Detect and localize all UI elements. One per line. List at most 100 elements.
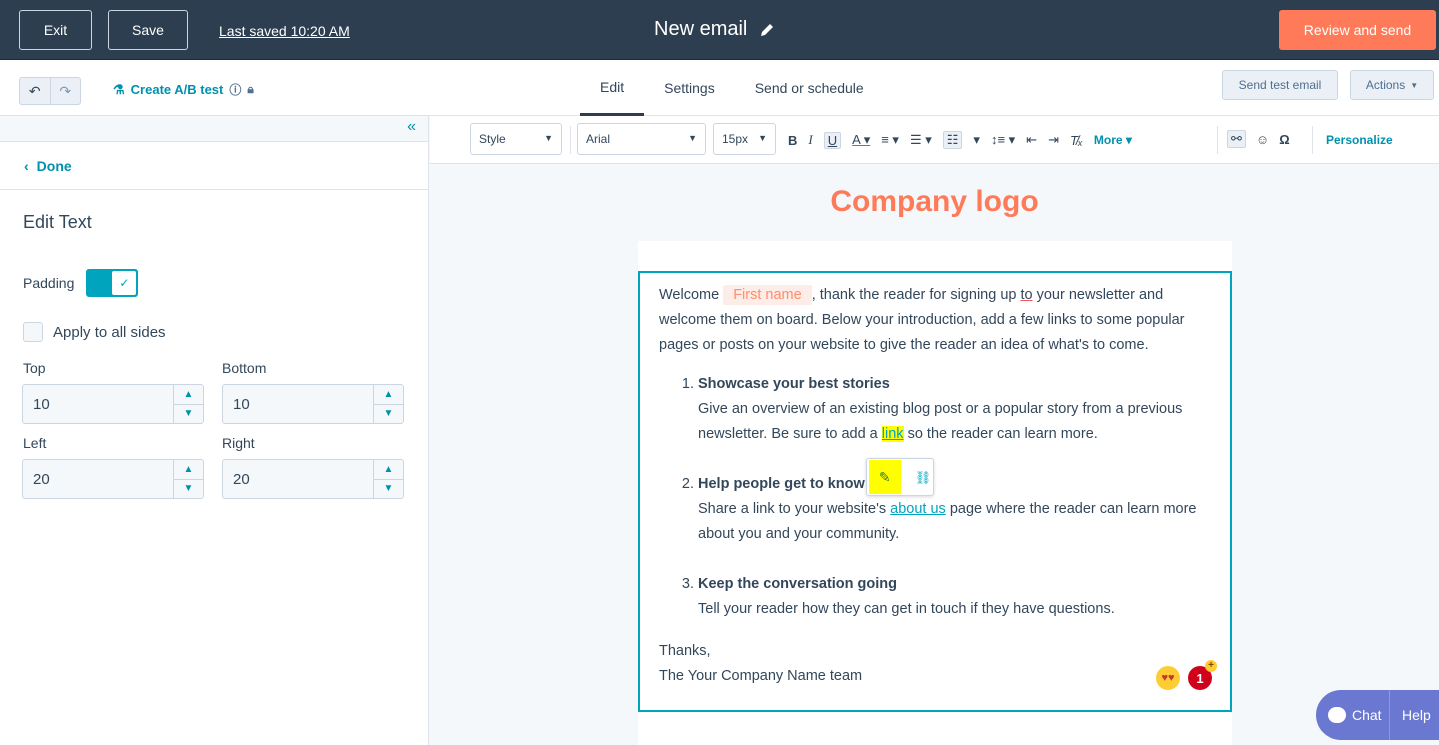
- intro-welcome: Welcome: [659, 287, 720, 303]
- unlink-icon[interactable]: ⛓: [915, 465, 932, 490]
- insert-buttons: ⚯ ☺ Ω: [1227, 130, 1290, 148]
- link-icon[interactable]: ⚯: [1227, 130, 1246, 148]
- thanks-text: Thanks,: [659, 643, 711, 659]
- collapse-panel-icon[interactable]: «: [407, 118, 416, 136]
- pencil-icon[interactable]: [759, 22, 775, 38]
- top-padding-stepper: ▲ ▼: [173, 385, 203, 423]
- right-padding-value[interactable]: 20: [223, 460, 373, 498]
- edit-link-icon[interactable]: ✎: [868, 460, 901, 494]
- email-title-group[interactable]: New email: [654, 18, 775, 41]
- undo-icon[interactable]: ↶: [20, 78, 51, 104]
- undo-redo-group: ↶ ↷: [19, 77, 81, 105]
- right-padding-input[interactable]: 20 ▲ ▼: [222, 459, 404, 499]
- chevron-up-icon[interactable]: ▲: [374, 385, 403, 405]
- text-color-icon[interactable]: A ▾: [852, 132, 870, 148]
- line-height-icon[interactable]: ↕≡ ▾: [991, 132, 1015, 148]
- intro-paragraph[interactable]: Welcome First name, thank the reader for…: [659, 283, 1210, 358]
- bottom-padding-value[interactable]: 10: [223, 385, 373, 423]
- last-saved-link[interactable]: Last saved 10:20 AM: [219, 23, 350, 39]
- chevron-down-icon[interactable]: ▼: [174, 480, 203, 499]
- list-item-title: Help people get to know: [698, 476, 865, 492]
- chevron-down-icon[interactable]: ▼: [174, 405, 203, 424]
- padding-toggle[interactable]: ✓: [86, 269, 139, 297]
- tab-send-or-schedule[interactable]: Send or schedule: [735, 60, 884, 116]
- chevron-down-icon[interactable]: ▼: [374, 480, 403, 499]
- panel-title: Edit Text: [23, 212, 92, 232]
- list-caret-icon[interactable]: ▾: [973, 132, 980, 148]
- chat-widget[interactable]: Chat Help: [1316, 690, 1439, 740]
- redo-icon[interactable]: ↷: [51, 78, 81, 104]
- special-character-icon[interactable]: Ω: [1279, 132, 1289, 147]
- padding-row: Padding ✓: [23, 269, 139, 297]
- company-logo[interactable]: Company logo: [430, 185, 1439, 219]
- left-padding-value[interactable]: 20: [23, 460, 173, 498]
- link-popover: ✎ ⛓: [866, 458, 934, 496]
- tab-settings[interactable]: Settings: [644, 60, 735, 116]
- italic-icon[interactable]: I: [808, 132, 812, 148]
- bottom-label: Bottom: [222, 360, 267, 376]
- send-test-email-button[interactable]: Send test email: [1222, 70, 1338, 100]
- chevron-up-icon[interactable]: ▲: [174, 460, 203, 480]
- font-size-select[interactable]: 15px ▼: [713, 123, 776, 155]
- rich-text-module[interactable]: Welcome First name, thank the reader for…: [638, 271, 1232, 712]
- list-item-title: Showcase your best stories: [698, 376, 890, 392]
- chevron-up-icon[interactable]: ▲: [174, 385, 203, 405]
- create-ab-test-link[interactable]: ⚗ Create A/B test ⓘ 🔒︎: [113, 81, 254, 98]
- left-label: Left: [23, 435, 47, 451]
- chevron-up-icon[interactable]: ▲: [374, 460, 403, 480]
- toolbar-divider: [1312, 126, 1313, 154]
- personalize-button[interactable]: Personalize: [1326, 133, 1393, 147]
- chat-button[interactable]: Chat: [1316, 690, 1390, 740]
- style-select[interactable]: Style ▼: [470, 123, 562, 155]
- clear-format-icon[interactable]: T̸ₓ: [1070, 133, 1083, 148]
- help-button[interactable]: Help: [1390, 707, 1431, 723]
- ab-test-label[interactable]: Create A/B test: [131, 82, 224, 97]
- exit-button[interactable]: Exit: [19, 10, 92, 50]
- link-text[interactable]: link: [881, 426, 904, 442]
- apply-all-sides-label[interactable]: Apply to all sides: [53, 324, 166, 341]
- list-item-text-after: so the reader can learn more.: [903, 426, 1098, 442]
- more-button[interactable]: More ▾: [1094, 133, 1132, 147]
- email-title[interactable]: New email: [654, 18, 747, 41]
- list-item[interactable]: Help people get to know Share a link to …: [698, 472, 1210, 547]
- check-icon: ✓: [111, 270, 138, 296]
- intro-to: to: [1020, 287, 1033, 303]
- tab-edit[interactable]: Edit: [580, 60, 645, 116]
- align-icon[interactable]: ≡ ▾: [881, 132, 899, 148]
- signature-text: The Your Company Name team: [659, 668, 863, 684]
- list-item[interactable]: Showcase your best stories Give an overv…: [698, 372, 1210, 447]
- bottom-padding-input[interactable]: 10 ▲ ▼: [222, 384, 404, 424]
- notification-count: 1: [1196, 670, 1204, 686]
- top-padding-input[interactable]: 10 ▲ ▼: [22, 384, 204, 424]
- review-and-send-button[interactable]: Review and send: [1279, 10, 1436, 50]
- done-button[interactable]: ‹ Done: [0, 142, 428, 190]
- bold-icon[interactable]: B: [788, 133, 797, 148]
- top-bar: Exit Save Last saved 10:20 AM New email …: [0, 0, 1439, 60]
- save-button[interactable]: Save: [108, 10, 188, 50]
- top-padding-value[interactable]: 10: [23, 385, 173, 423]
- list-item[interactable]: Keep the conversation going Tell your re…: [698, 572, 1210, 622]
- indent-icon[interactable]: ⇥: [1048, 132, 1059, 148]
- numbered-list-icon[interactable]: ☷: [942, 131, 963, 149]
- signature-block[interactable]: Thanks, The Your Company Name team: [659, 639, 1210, 689]
- first-name-token[interactable]: First name: [723, 285, 812, 305]
- list-item-text: Give an overview of an existing blog pos…: [698, 397, 1210, 447]
- apply-all-sides-checkbox[interactable]: [23, 322, 43, 342]
- font-select[interactable]: Arial ▼: [577, 123, 706, 155]
- actions-button[interactable]: Actions ▼: [1350, 70, 1434, 100]
- notification-badge[interactable]: 1 +: [1188, 660, 1217, 690]
- underline-icon[interactable]: U: [823, 131, 842, 149]
- heart-eyes-emoji-icon[interactable]: ♥♥: [1156, 666, 1180, 690]
- flask-icon: ⚗: [113, 81, 125, 97]
- bullet-list-icon[interactable]: ☰ ▾: [910, 132, 932, 148]
- info-icon[interactable]: ⓘ: [229, 81, 241, 98]
- emoji-icon[interactable]: ☺: [1256, 132, 1269, 147]
- email-body: Welcome First name, thank the reader for…: [638, 241, 1232, 745]
- list-item-text-before: Share a link to your website's: [698, 501, 891, 517]
- left-padding-input[interactable]: 20 ▲ ▼: [22, 459, 204, 499]
- outdent-icon[interactable]: ⇤: [1026, 132, 1037, 148]
- font-select-value: Arial: [586, 132, 611, 146]
- about-us-link[interactable]: about us: [890, 501, 946, 517]
- intro-text-1: , thank the reader for signing up: [811, 287, 1021, 303]
- chevron-down-icon[interactable]: ▼: [374, 405, 403, 424]
